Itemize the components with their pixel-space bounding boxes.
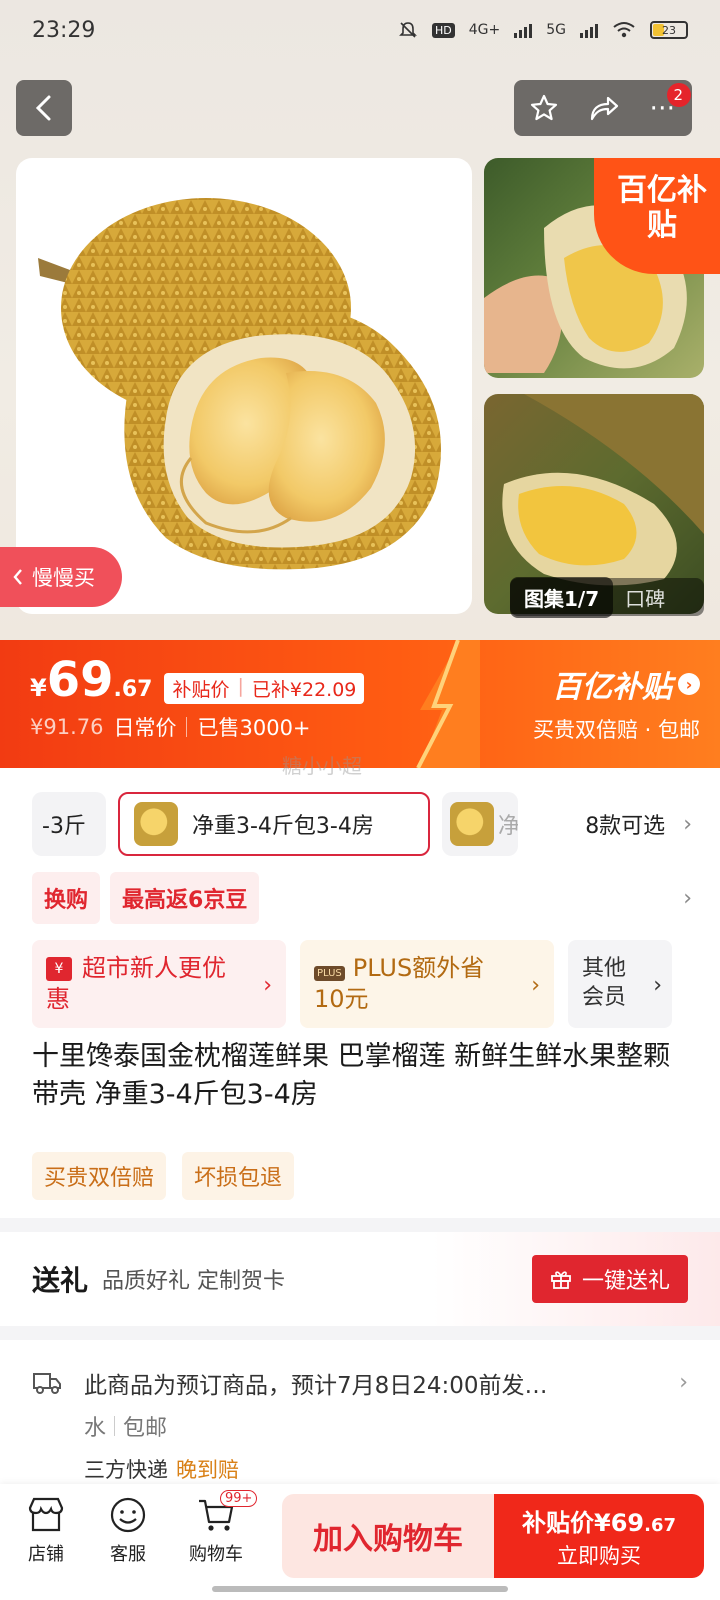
variant-option-1[interactable]: -3斤 <box>32 792 106 856</box>
gift-title: 送礼 <box>32 1264 89 1297</box>
chevron-left-icon <box>35 95 51 121</box>
new-user-benefit[interactable]: ¥ 超市新人更优惠 › <box>32 940 286 1028</box>
slow-buy-label: 慢慢买 <box>32 566 95 590</box>
top-actions: ⋯ 2 <box>514 80 692 136</box>
network-4g-label: 4G+ <box>468 22 501 38</box>
share-icon[interactable] <box>588 93 620 123</box>
bottom-action-bar: 店铺 客服 99+ 购物车 加入购物车 补贴价¥69.67 立即购买 <box>0 1484 720 1600</box>
product-title: 十里馋泰国金枕榴莲鲜果 巴掌榴莲 新鲜生鲜水果整颗带壳 净重3-4斤包3-4房 <box>32 1041 671 1110</box>
hd-icon: HD <box>431 22 455 38</box>
other-member-benefit[interactable]: 其他会员 › <box>568 940 672 1028</box>
gift-subtitle: 品质好礼 定制贺卡 <box>102 1269 286 1294</box>
chevron-right-icon: › <box>263 973 272 998</box>
back-button[interactable] <box>16 80 72 136</box>
lightning-decoration <box>416 640 480 768</box>
subsidy-brand-label: 百亿补贴 <box>552 670 672 705</box>
battery-icon: 23 <box>650 21 688 39</box>
mute-bell-icon <box>399 22 417 38</box>
subsidy-corner-badge: 百亿补贴 <box>594 158 720 274</box>
variant-count[interactable]: 8款可选 › <box>585 808 692 840</box>
variant-thumbnail <box>134 802 178 846</box>
more-icon[interactable]: ⋯ 2 <box>649 83 692 123</box>
gallery-counter-label: 图集1/7 <box>510 576 614 618</box>
truck-icon <box>33 1373 61 1394</box>
reviews-tab[interactable]: 口碑 <box>613 583 677 612</box>
gift-section: 送礼 品质好礼 定制贺卡 一键送礼 <box>0 1232 720 1326</box>
price-currency: ¥ <box>30 674 47 702</box>
delivery-details: 水包邮 <box>84 1416 168 1441</box>
cart-count-badge: 99+ <box>220 1490 258 1507</box>
variant-thumbnail <box>450 802 494 846</box>
watermark: 糖小小超 <box>282 754 362 778</box>
chevron-right-icon: › <box>653 973 662 998</box>
gallery-counter[interactable]: 图集1/7 口碑 <box>510 576 704 618</box>
smile-icon <box>110 1497 146 1533</box>
member-benefits: ¥ 超市新人更优惠 › PLUS PLUS额外省10元 › 其他会员 › <box>32 940 692 1028</box>
chevron-right-icon: › <box>531 973 540 998</box>
status-icons: HD 4G+ 5G 23 <box>398 20 688 40</box>
store-button[interactable]: 店铺 <box>6 1496 86 1566</box>
subsidy-price-tag: 补贴价 | 已补¥22.09 <box>164 673 365 704</box>
home-indicator[interactable] <box>212 1586 508 1592</box>
price-block: ¥ 69 .67 补贴价 | 已补¥22.09 ¥91.76 日常价 已售3000+ <box>30 652 365 742</box>
status-time: 23:29 <box>32 17 96 43</box>
delivery-section[interactable]: 此商品为预订商品，预计7月8日24:00前发… 水包邮 三方快递 晚到赔 › <box>0 1340 720 1500</box>
gift-icon <box>551 1271 571 1289</box>
original-price: ¥91.76 <box>30 715 104 739</box>
subsidy-brand-subtitle: 买贵双倍赔 · 包邮 <box>532 718 700 742</box>
store-icon <box>28 1497 64 1532</box>
variant-option-selected[interactable]: 净重3-4斤包3-4房 <box>118 792 430 856</box>
variant-selector: -3斤 净重3-4斤包3-4房 净 8款可选 › <box>32 792 692 856</box>
promo-jingdou[interactable]: 最高返6京豆 <box>110 872 260 924</box>
chevron-right-icon: › <box>678 673 700 695</box>
chevron-right-icon: › <box>683 885 692 911</box>
variant-option-3[interactable]: 净 <box>442 792 518 856</box>
variant-label: 净重3-4斤包3-4房 <box>192 814 374 839</box>
add-to-cart-button[interactable]: 加入购物车 <box>282 1494 494 1578</box>
sold-count: 已售3000+ <box>197 716 311 740</box>
delivery-estimate: 此商品为预订商品，预计7月8日24:00前发… <box>84 1373 548 1399</box>
chevron-right-icon: › <box>679 1370 688 1395</box>
hero-section: 23:29 HD 4G+ 5G 23 ⋯ 2 百亿补贴 图集1/7 口碑 慢慢买 <box>0 0 720 640</box>
divider <box>186 717 188 737</box>
variant-label: 净 <box>498 814 518 839</box>
star-icon[interactable] <box>529 93 559 123</box>
service-tags: 买贵双倍赔 坏损包退 <box>32 1152 295 1200</box>
main-product-image[interactable] <box>16 158 472 614</box>
product-info-card: -3斤 净重3-4斤包3-4房 净 8款可选 › 换购 最高返6京豆 › ¥ 超市新… <box>0 768 720 1218</box>
customer-service-button[interactable]: 客服 <box>88 1496 168 1566</box>
status-bar: 23:29 HD 4G+ 5G 23 <box>0 0 720 60</box>
original-price-label: 日常价 <box>113 716 177 740</box>
plus-badge-icon: PLUS <box>314 965 345 981</box>
notification-badge: 2 <box>667 83 692 107</box>
signal-icon-2 <box>580 22 598 38</box>
wifi-icon <box>613 22 635 38</box>
durian-illustration <box>38 198 441 570</box>
chevron-right-icon: › <box>683 811 692 837</box>
service-tag[interactable]: 买贵双倍赔 <box>32 1152 167 1200</box>
coupon-icon: ¥ <box>46 956 72 981</box>
send-gift-button[interactable]: 一键送礼 <box>531 1255 688 1303</box>
network-5g-label: 5G <box>546 22 566 38</box>
signal-icon <box>514 22 533 38</box>
slow-buy-button[interactable]: 慢慢买 <box>0 547 122 607</box>
service-tag[interactable]: 坏损包退 <box>182 1152 295 1200</box>
price-banner: ¥ 69 .67 补贴价 | 已补¥22.09 ¥91.76 日常价 已售3000+… <box>0 640 720 768</box>
promo-row[interactable]: 换购 最高返6京豆 › <box>32 872 692 924</box>
plus-benefit[interactable]: PLUS PLUS额外省10元 › <box>300 940 554 1028</box>
courier-info: 三方快递 晚到赔 <box>84 1458 239 1482</box>
chevron-left-icon <box>13 569 22 585</box>
price-integer: 69 <box>46 652 114 708</box>
price-decimal: .67 <box>113 677 153 702</box>
promo-exchange[interactable]: 换购 <box>32 872 101 924</box>
cart-button[interactable]: 99+ 购物车 <box>176 1490 258 1566</box>
buy-now-button[interactable]: 补贴价¥69.67 立即购买 <box>494 1494 704 1578</box>
subsidy-brand-block[interactable]: 百亿补贴 › 买贵双倍赔 · 包邮 <box>533 662 700 744</box>
